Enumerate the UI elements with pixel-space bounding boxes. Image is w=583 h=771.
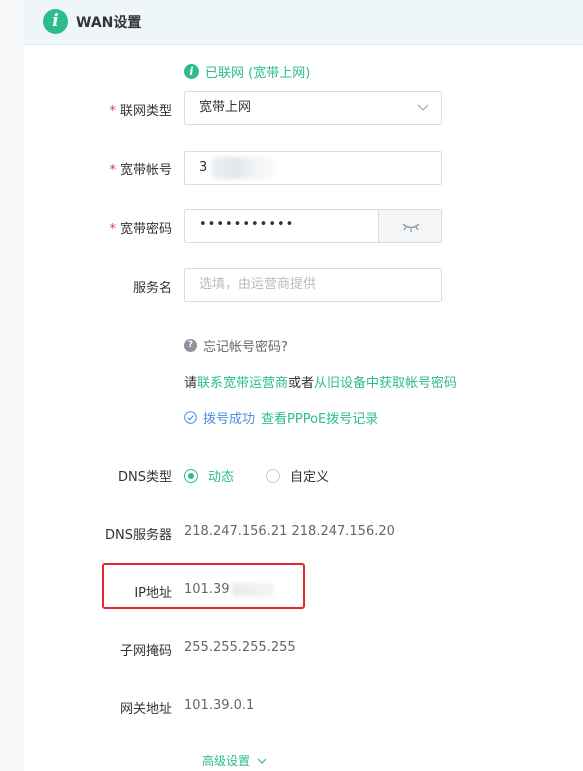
account-value: 3 xyxy=(199,160,208,175)
account-label: * 宽带帐号 xyxy=(109,159,172,178)
account-label-text: 宽带帐号 xyxy=(119,163,172,178)
service-placeholder: 选填，由运营商提供 xyxy=(199,277,317,292)
ip-label-text: IP地址 xyxy=(134,586,172,601)
contact-mid: 或者 xyxy=(288,376,315,391)
mask-label-text: 子网掩码 xyxy=(119,644,172,659)
ip-value: 101.39 xyxy=(184,582,230,597)
required-mark: * xyxy=(109,104,116,119)
account-input[interactable]: 3 xyxy=(184,151,442,185)
advanced-settings-toggle[interactable]: 高级设置 xyxy=(202,752,267,769)
gateway-label-text: 网关地址 xyxy=(119,702,172,717)
ip-label: IP地址 xyxy=(134,582,172,601)
dns-custom-label[interactable]: 自定义 xyxy=(290,466,329,485)
dial-status: 拨号成功 查看PPPoE拨号记录 xyxy=(184,408,378,427)
info-icon: i xyxy=(43,9,68,34)
redacted-blur xyxy=(231,582,274,597)
mask-value: 255.255.255.255 xyxy=(184,640,296,655)
dns-server-label: DNS服务器 xyxy=(105,524,172,543)
connection-status: i 已联网 (宽带上网) xyxy=(184,62,310,81)
wan-type-select[interactable]: 宽带上网 xyxy=(184,91,442,125)
service-input[interactable]: 选填，由运营商提供 xyxy=(184,268,442,302)
advanced-settings-label: 高级设置 xyxy=(202,754,251,768)
password-value: ••••••••••• xyxy=(199,217,295,232)
dns-dynamic-label[interactable]: 动态 xyxy=(208,466,234,485)
forgot-password-text: 忘记帐号密码? xyxy=(203,340,288,355)
service-label: 服务名 xyxy=(133,277,172,296)
dns-type-label: DNS类型 xyxy=(118,466,172,485)
section-title: WAN设置 xyxy=(76,15,142,31)
password-label: * 宽带密码 xyxy=(109,218,172,237)
dns-server-label-text: DNS服务器 xyxy=(105,528,172,543)
info-icon: i xyxy=(184,64,199,79)
section-header: i WAN设置 xyxy=(24,0,583,45)
get-from-old-device-link[interactable]: 从旧设备中获取帐号密码 xyxy=(314,376,457,391)
password-label-text: 宽带密码 xyxy=(119,222,172,237)
required-mark: * xyxy=(109,222,116,237)
redacted-blur xyxy=(212,157,274,179)
required-mark: * xyxy=(109,163,116,178)
show-password-button[interactable] xyxy=(378,209,442,243)
chevron-down-icon xyxy=(257,758,267,764)
password-input[interactable]: ••••••••••• xyxy=(184,209,379,243)
mask-label: 子网掩码 xyxy=(120,640,172,659)
dns-dynamic-radio[interactable] xyxy=(184,468,198,483)
gateway-label: 网关地址 xyxy=(120,698,172,717)
pppoe-log-link[interactable]: 查看PPPoE拨号记录 xyxy=(261,408,378,427)
ip-value-row: 101.39 xyxy=(184,582,274,597)
gateway-value: 101.39.0.1 xyxy=(184,698,255,713)
dns-type-radio-group: 动态 自定义 xyxy=(184,466,329,485)
contact-hint: 请联系宽带运营商或者从旧设备中获取帐号密码 xyxy=(184,372,457,391)
wan-type-value: 宽带上网 xyxy=(199,100,252,115)
service-label-text: 服务名 xyxy=(132,281,172,296)
dns-custom-radio[interactable] xyxy=(266,468,281,483)
dial-success-text: 拨号成功 xyxy=(203,412,256,427)
connection-status-text: 已联网 (宽带上网) xyxy=(205,66,311,81)
page-left-margin xyxy=(0,0,24,771)
wan-type-label: * 联网类型 xyxy=(109,100,172,119)
chevron-down-icon xyxy=(417,92,429,136)
dns-server-value: 218.247.156.21 218.247.156.20 xyxy=(184,524,395,539)
check-circle-icon xyxy=(184,411,197,424)
forgot-password-hint: ? 忘记帐号密码? xyxy=(184,336,288,355)
dns-type-label-text: DNS类型 xyxy=(118,470,172,485)
question-icon: ? xyxy=(184,339,197,352)
contact-isp-link[interactable]: 联系宽带运营商 xyxy=(197,376,288,391)
wan-type-label-text: 联网类型 xyxy=(119,104,172,119)
contact-prefix: 请 xyxy=(184,376,198,391)
eye-closed-icon xyxy=(402,223,420,232)
